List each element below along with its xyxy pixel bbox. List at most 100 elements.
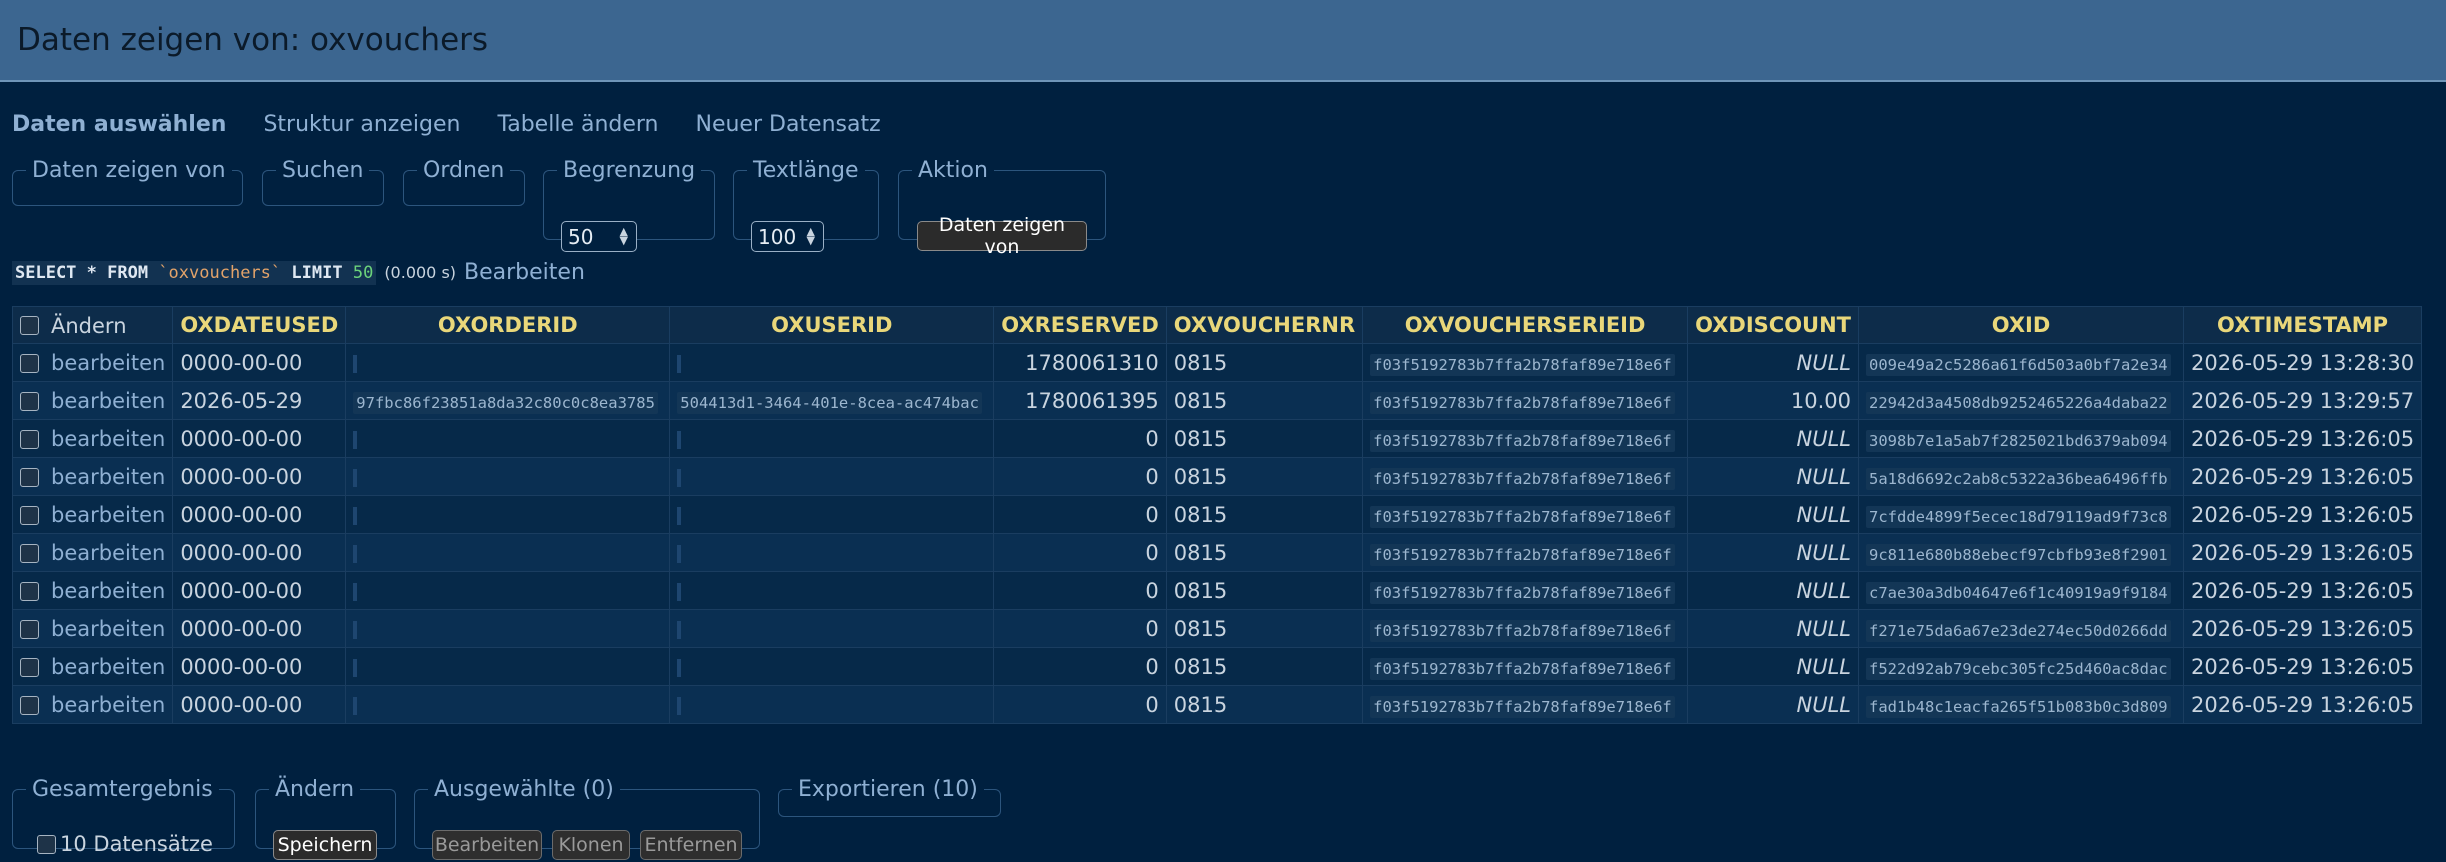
cell-orderid [345, 343, 671, 382]
empty-value-marker [353, 354, 358, 373]
edit-row-link[interactable]: bearbeiten [51, 617, 165, 641]
column-header[interactable]: OXDATEUSED [172, 306, 347, 344]
spinner-arrows-icon[interactable]: ▲ ▼ [807, 226, 815, 246]
empty-value-marker [353, 658, 358, 677]
table-row: bearbeiten 0000-00-00 0 0815 f03f5192783b7ff… [11, 685, 2423, 724]
spinner-arrows-icon[interactable]: ▲ ▼ [620, 226, 628, 246]
column-header[interactable]: OXORDERID [345, 306, 671, 344]
edit-row-link[interactable]: bearbeiten [51, 655, 165, 679]
row-select-cell: bearbeiten [11, 381, 174, 420]
row-checkbox[interactable] [20, 391, 39, 411]
table-row: bearbeiten 0000-00-00 0 0815 f03f5192783b7ff… [11, 533, 2423, 572]
edit-row-link[interactable]: bearbeiten [51, 389, 165, 413]
select-columns-legend[interactable]: Daten zeigen von [26, 158, 232, 183]
column-header[interactable]: OXRESERVED [993, 306, 1167, 344]
table-body: bearbeiten 0000-00-00 1780061310 0815 f03f51… [11, 343, 2423, 724]
limit-input[interactable]: 50 ▲ ▼ [561, 221, 637, 252]
select-all-rows-checkbox[interactable] [37, 834, 56, 854]
delete-selected-button[interactable]: Entfernen [640, 830, 742, 860]
tab-alter-table[interactable]: Tabelle ändern [497, 112, 658, 137]
cell-vouchernr: 0815 [1165, 457, 1364, 496]
clone-selected-button[interactable]: Klonen [552, 830, 630, 860]
row-checkbox[interactable] [20, 619, 39, 639]
edit-row-link[interactable]: bearbeiten [51, 541, 165, 565]
row-checkbox[interactable] [20, 467, 39, 487]
row-checkbox[interactable] [20, 353, 39, 373]
save-button[interactable]: Speichern [273, 830, 377, 860]
column-header[interactable]: OXUSERID [669, 306, 995, 344]
cell-userid [669, 343, 995, 382]
hex-value: 009e49a2c5286a61f6d503a0bf7a2e34 [1866, 353, 2171, 376]
cell-discount: NULL [1687, 685, 1860, 724]
row-checkbox[interactable] [20, 695, 39, 715]
sql-select-keyword: SELECT * FROM [15, 262, 149, 283]
tab-show-structure[interactable]: Struktur anzeigen [263, 112, 460, 137]
hex-value: 5a18d6692c2ab8c5322a36bea6496ffb [1866, 467, 2171, 490]
hex-value: 7cfdde4899f5ecec18d79119ad9f73c8 [1866, 505, 2171, 528]
text-length-fieldset: Textlänge 100 ▲ ▼ [733, 158, 879, 252]
cell-userid [669, 609, 995, 648]
column-header[interactable]: OXID [1858, 306, 2185, 344]
edit-query-link[interactable]: Bearbeiten [464, 260, 585, 285]
cell-vouchernr: 0815 [1165, 571, 1364, 610]
edit-row-link[interactable]: bearbeiten [51, 427, 165, 451]
hex-value: f03f5192783b7ffa2b78faf89e718e6f [1370, 429, 1675, 452]
empty-value-marker [677, 354, 682, 373]
empty-value-marker [677, 468, 682, 487]
table-row: bearbeiten 0000-00-00 0 0815 f03f5192783b7ff… [11, 571, 2423, 610]
page-title: Daten zeigen von: oxvouchers [17, 22, 489, 58]
cell-serieid: f03f5192783b7ffa2b78faf89e718e6f [1362, 495, 1689, 534]
row-select-cell: bearbeiten [11, 533, 174, 572]
edit-selected-button[interactable]: Bearbeiten [432, 830, 542, 860]
order-legend[interactable]: Ordnen [417, 158, 510, 183]
row-checkbox[interactable] [20, 657, 39, 677]
export-fieldset[interactable]: Exportieren (10) [778, 777, 1001, 817]
empty-value-marker [677, 620, 682, 639]
cell-serieid: f03f5192783b7ffa2b78faf89e718e6f [1362, 343, 1689, 382]
cell-oxid: 7cfdde4899f5ecec18d79119ad9f73c8 [1858, 495, 2185, 534]
hex-value: f03f5192783b7ffa2b78faf89e718e6f [1370, 657, 1675, 680]
row-checkbox[interactable] [20, 505, 39, 525]
tab-new-item[interactable]: Neuer Datensatz [696, 112, 881, 137]
row-checkbox[interactable] [20, 543, 39, 563]
edit-row-link[interactable]: bearbeiten [51, 693, 165, 717]
sql-limit-value: 50 [352, 262, 374, 283]
cell-serieid: f03f5192783b7ffa2b78faf89e718e6f [1362, 533, 1689, 572]
select-columns-fieldset[interactable]: Daten zeigen von [12, 158, 243, 206]
table-row: bearbeiten 0000-00-00 0 0815 f03f5192783b7ff… [11, 495, 2423, 534]
text-length-value: 100 [758, 224, 797, 249]
cell-timestamp: 2026-05-29 13:26:05 [2183, 571, 2423, 610]
cell-dateused: 0000-00-00 [172, 457, 347, 496]
cell-oxid: 5a18d6692c2ab8c5322a36bea6496ffb [1858, 457, 2185, 496]
cell-reserved: 0 [993, 495, 1167, 534]
column-header[interactable]: OXVOUCHERSERIEID [1362, 306, 1689, 344]
edit-row-link[interactable]: bearbeiten [51, 465, 165, 489]
cell-orderid: 97fbc86f23851a8da32c80c0c8ea3785 [345, 381, 671, 420]
cell-orderid [345, 685, 671, 724]
empty-value-marker [353, 582, 358, 601]
order-fieldset[interactable]: Ordnen [403, 158, 525, 206]
hex-value: f03f5192783b7ffa2b78faf89e718e6f [1370, 619, 1675, 642]
edit-row-link[interactable]: bearbeiten [51, 579, 165, 603]
cell-dateused: 0000-00-00 [172, 685, 347, 724]
tab-select-data[interactable]: Daten auswählen [12, 112, 226, 137]
export-legend[interactable]: Exportieren (10) [792, 777, 984, 802]
search-legend[interactable]: Suchen [276, 158, 369, 183]
cell-timestamp: 2026-05-29 13:26:05 [2183, 647, 2423, 686]
search-fieldset[interactable]: Suchen [262, 158, 384, 206]
cell-timestamp: 2026-05-29 13:29:57 [2183, 381, 2423, 420]
column-header[interactable]: OXTIMESTAMP [2183, 306, 2423, 344]
column-header[interactable]: OXDISCOUNT [1687, 306, 1860, 344]
empty-value-marker [353, 696, 358, 715]
text-length-input[interactable]: 100 ▲ ▼ [751, 221, 824, 252]
show-data-button[interactable]: Daten zeigen von [917, 214, 1087, 258]
column-header[interactable]: OXVOUCHERNR [1165, 306, 1364, 344]
select-all-checkbox[interactable] [20, 316, 39, 335]
edit-row-link[interactable]: bearbeiten [51, 351, 165, 375]
row-checkbox[interactable] [20, 581, 39, 601]
edit-column-header: Ändern [51, 313, 127, 338]
row-checkbox[interactable] [20, 429, 39, 449]
edit-row-link[interactable]: bearbeiten [51, 503, 165, 527]
cell-discount: NULL [1687, 609, 1860, 648]
table-row: bearbeiten 2026-05-29 97fbc86f23851a8da32c… [11, 381, 2423, 420]
